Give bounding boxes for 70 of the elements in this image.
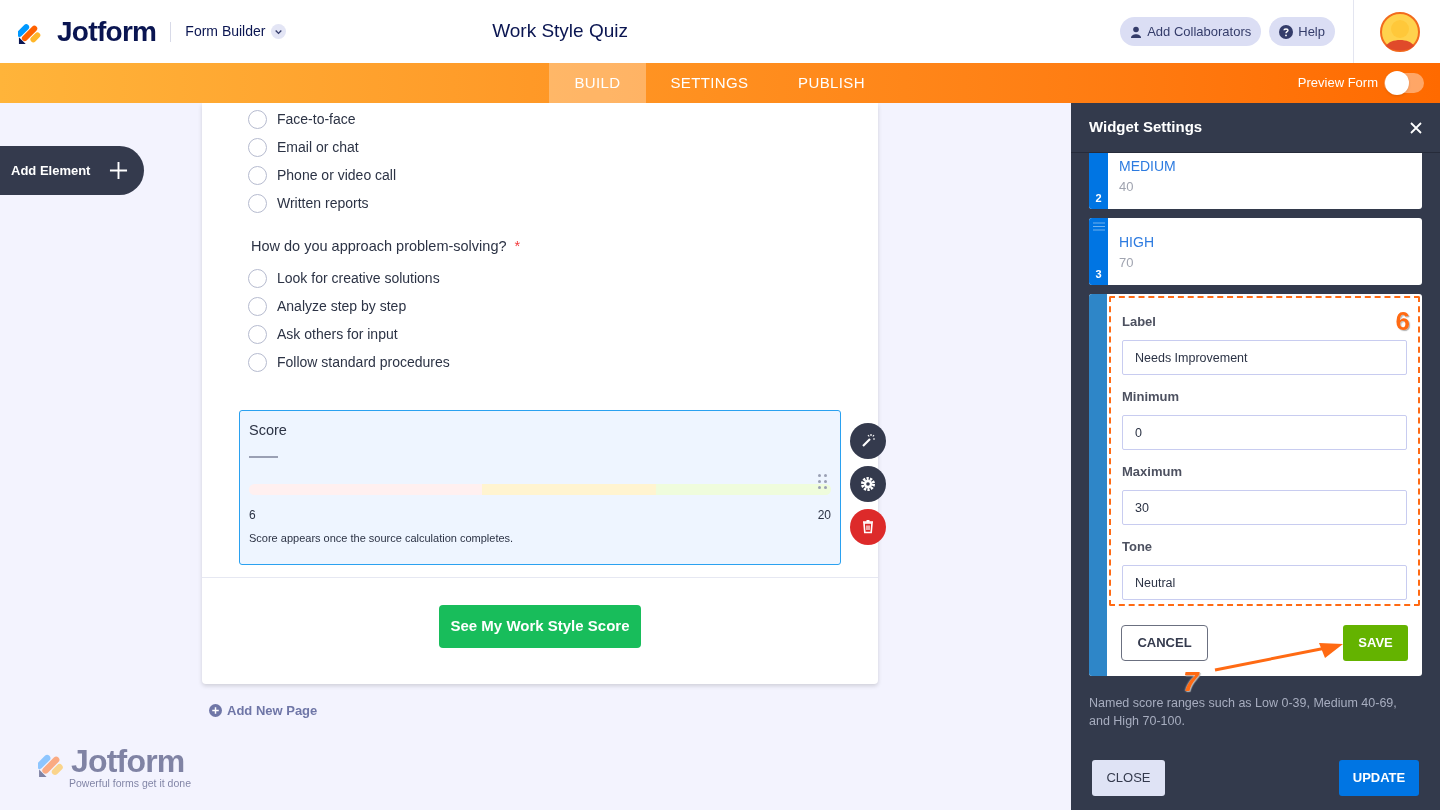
- logo-text[interactable]: Jotform: [57, 10, 157, 53]
- plus-icon: [109, 161, 128, 180]
- score-placeholder-dash: [249, 456, 278, 458]
- option-label: Face-to-face: [277, 109, 356, 129]
- score-widget[interactable]: Score 6 20 Score appears once the source calculation completes.: [239, 410, 841, 565]
- add-new-page-link[interactable]: Add New Page: [209, 701, 318, 721]
- option-label: Follow standard procedures: [277, 352, 450, 372]
- required-mark: *: [514, 237, 521, 257]
- radio-button[interactable]: [248, 268, 267, 288]
- question-label: How do you approach problem-solving? *: [202, 236, 878, 258]
- preview-toggle[interactable]: [1384, 73, 1424, 93]
- widget-title: Score: [249, 421, 288, 439]
- range-item-card[interactable]: 3 HIGH 70: [1089, 218, 1422, 285]
- radio-button[interactable]: [248, 109, 267, 129]
- chevron-icon: [271, 24, 287, 39]
- drag-handle-icon[interactable]: [818, 474, 827, 489]
- range-label: MEDIUM: [1119, 157, 1176, 175]
- option-label: Analyze step by step: [277, 296, 407, 316]
- cancel-button[interactable]: CANCEL: [1121, 625, 1208, 661]
- range-min: 6: [249, 507, 256, 524]
- add-collaborators-button[interactable]: Add Collaborators: [1120, 17, 1262, 46]
- option-label: Ask others for input: [277, 324, 398, 344]
- drag-handle-icon[interactable]: [1092, 222, 1105, 231]
- radio-button[interactable]: [248, 137, 267, 157]
- range-label: HIGH: [1119, 233, 1154, 251]
- form-title[interactable]: Work Style Quiz: [492, 17, 628, 46]
- update-button[interactable]: UPDATE: [1339, 760, 1419, 796]
- gear-button[interactable]: [850, 466, 886, 502]
- add-element-button[interactable]: Add Element: [0, 146, 144, 195]
- help-button[interactable]: Help: [1269, 17, 1335, 46]
- option-label: Written reports: [277, 193, 369, 213]
- range-max: 20: [817, 507, 831, 524]
- widget-note: Score appears once the source calculation completes.: [249, 531, 515, 546]
- magic-wand-button[interactable]: [850, 423, 886, 459]
- footer-logo-text: Jotform: [71, 745, 186, 777]
- close-icon[interactable]: [1410, 121, 1422, 134]
- field-label: Tone: [1122, 538, 1153, 555]
- preview-label: Preview Form: [1297, 74, 1378, 93]
- field-label: Minimum: [1122, 388, 1180, 405]
- close-button[interactable]: CLOSE: [1092, 760, 1165, 796]
- radio-button[interactable]: [248, 193, 267, 213]
- range-number: 3: [1095, 266, 1102, 282]
- option-label: Look for creative solutions: [277, 268, 440, 288]
- range-value: 40: [1119, 178, 1135, 196]
- input-field[interactable]: 0: [1122, 415, 1407, 450]
- plus-circle-icon: [209, 704, 222, 718]
- option-label: Phone or video call: [277, 165, 397, 185]
- trash-button[interactable]: [850, 509, 886, 545]
- panel-title: Widget Settings: [1089, 117, 1203, 138]
- avatar[interactable]: [1380, 11, 1420, 52]
- input-field[interactable]: 30: [1122, 490, 1407, 525]
- input-field[interactable]: Needs Improvement: [1122, 340, 1407, 375]
- radio-button[interactable]: [248, 165, 267, 185]
- radio-button[interactable]: [248, 324, 267, 344]
- footer-tagline: Powerful forms get it done: [69, 777, 191, 789]
- radio-button[interactable]: [248, 352, 267, 372]
- gear-icon: [858, 474, 878, 494]
- range-item-card[interactable]: 2 MEDIUM 40: [1089, 153, 1422, 209]
- range-value: 70: [1119, 254, 1135, 272]
- input-field[interactable]: Neutral: [1122, 565, 1407, 600]
- radio-button[interactable]: [248, 296, 267, 316]
- field-label: Maximum: [1122, 463, 1182, 480]
- range-number: 2: [1095, 190, 1102, 206]
- option-label: Email or chat: [277, 137, 359, 157]
- help-text: Named score ranges such as Low 0-39, Medium 40-69, and High 70-100.: [1089, 695, 1398, 730]
- person-icon: [1130, 25, 1143, 38]
- annotation-number: 6: [1395, 305, 1410, 338]
- form-builder-menu[interactable]: Form Builder: [185, 21, 287, 42]
- field-label: Label: [1122, 313, 1156, 330]
- help-icon: [1279, 24, 1294, 39]
